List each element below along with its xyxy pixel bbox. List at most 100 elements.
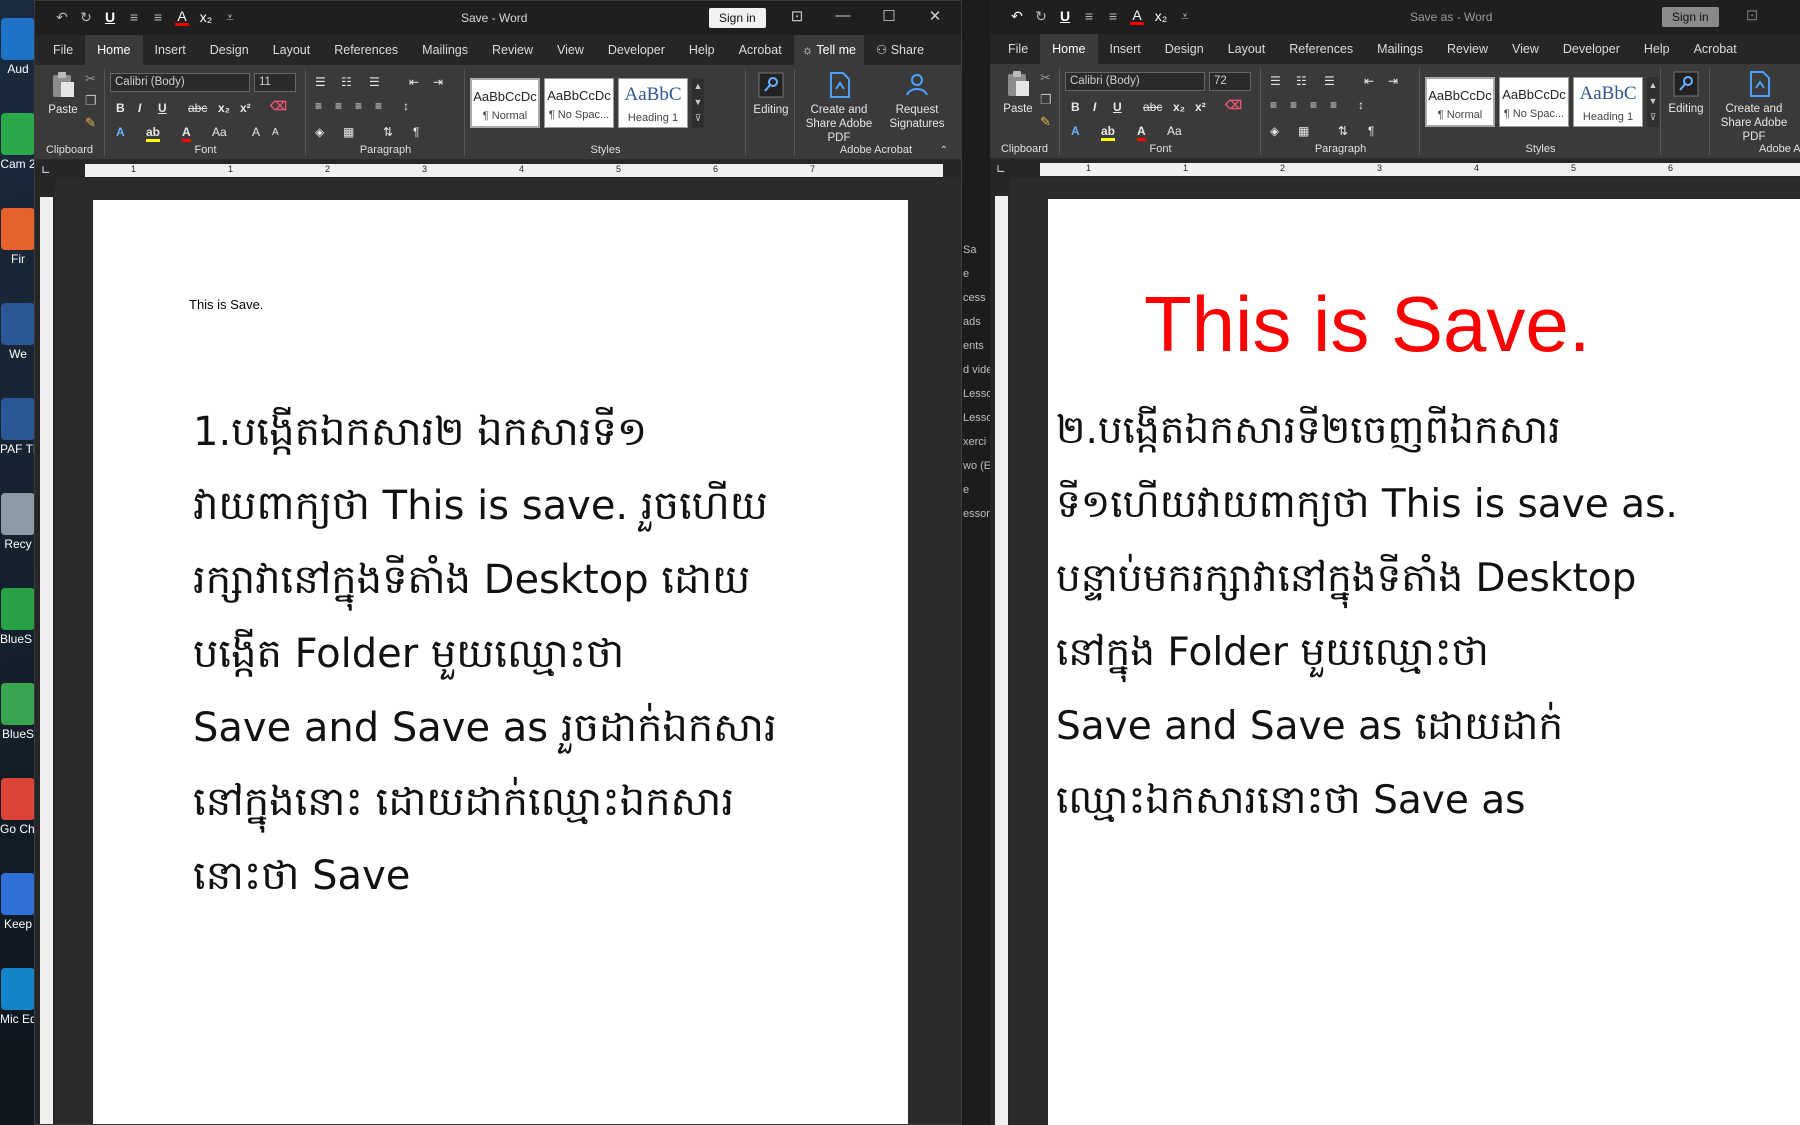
tab-home[interactable]: Home (85, 35, 143, 65)
tab-help[interactable]: Help (1632, 34, 1682, 64)
vertical-ruler[interactable] (40, 197, 53, 1124)
ribbon-display-options-icon[interactable]: ⊡ (1740, 6, 1764, 24)
horizontal-ruler[interactable]: 1 1 2 3 4 5 6 7 (85, 164, 943, 177)
redo-icon[interactable]: ↻ (79, 9, 93, 26)
style-normal[interactable]: AaBbCcDc ¶ Normal (470, 78, 540, 128)
bold-button[interactable]: B (1071, 100, 1080, 114)
paste-button[interactable]: Paste (41, 71, 85, 117)
create-share-pdf-button[interactable]: Create and Share Adobe PDF (796, 71, 882, 145)
share-button[interactable]: ⚇ Share (864, 35, 936, 65)
tab-references[interactable]: References (1277, 34, 1365, 64)
font-color-icon[interactable]: A (182, 125, 191, 142)
borders-icon[interactable]: ▦ (343, 125, 354, 139)
tab-selector-icon[interactable]: ∟ (996, 162, 1006, 176)
customize-qat-icon[interactable]: ⩡ (1178, 8, 1192, 25)
editing-button[interactable]: Editing (1664, 70, 1708, 116)
undo-icon[interactable]: ↶ (1010, 8, 1024, 25)
align-left-icon[interactable]: ≡ (1082, 8, 1096, 25)
font-size-input[interactable]: 11 (254, 73, 296, 92)
cut-icon[interactable]: ✂ (85, 71, 96, 87)
copy-icon[interactable]: ❐ (1040, 92, 1052, 108)
tab-references[interactable]: References (322, 35, 410, 65)
desktop-icon[interactable]: BlueS (0, 683, 36, 765)
word-window-save-as[interactable]: ↶ ↻ U ≡ ≡ A x₂ ⩡ Save as - Word Sign in … (990, 0, 1800, 1125)
increase-indent-icon[interactable]: ⇥ (1388, 74, 1398, 88)
font-size-input[interactable]: 72 (1209, 72, 1251, 91)
font-color-icon[interactable]: A (1130, 8, 1144, 25)
decrease-indent-icon[interactable]: ⇤ (409, 75, 419, 89)
format-painter-icon[interactable]: ✎ (85, 115, 96, 131)
strikethrough-button[interactable]: abc (188, 101, 207, 115)
tab-file[interactable]: File (41, 35, 85, 65)
undo-icon[interactable]: ↶ (55, 9, 69, 26)
line-spacing-icon[interactable]: ↕ (1358, 98, 1364, 112)
sign-in-button[interactable]: Sign in (1662, 7, 1719, 27)
change-case-icon[interactable]: Aa (1167, 124, 1182, 138)
superscript-button[interactable]: x² (240, 101, 251, 115)
tell-me-box[interactable]: ☼ Tell me (793, 35, 864, 65)
align-left-icon[interactable]: ≡ (127, 9, 141, 26)
subscript-icon[interactable]: x₂ (199, 9, 213, 26)
tab-developer[interactable]: Developer (596, 35, 677, 65)
font-color-icon[interactable]: A (175, 9, 189, 26)
multilevel-list-icon[interactable]: ☰ (369, 75, 380, 89)
style-no-spacing[interactable]: AaBbCcDc ¶ No Spac... (1499, 77, 1569, 127)
align-center-button[interactable]: ≡ (335, 99, 342, 113)
italic-button[interactable]: I (138, 101, 141, 115)
shrink-font-icon[interactable]: A (272, 127, 279, 138)
text-effects-icon[interactable]: A (1071, 124, 1080, 138)
justify-button[interactable]: ≡ (1330, 98, 1337, 112)
underline-icon[interactable]: U (1058, 8, 1072, 25)
tab-layout[interactable]: Layout (1216, 34, 1278, 64)
font-name-input[interactable]: Calibri (Body) (1065, 72, 1205, 91)
shading-icon[interactable]: ◈ (315, 125, 324, 139)
copy-icon[interactable]: ❐ (85, 93, 97, 109)
document-page[interactable]: This is Save. ២.បង្កើតឯកសារទី២ចេញពីឯកសារ… (1048, 199, 1800, 1125)
sign-in-button[interactable]: Sign in (709, 8, 766, 28)
sort-icon[interactable]: ⇅ (1338, 124, 1348, 138)
tab-developer[interactable]: Developer (1551, 34, 1632, 64)
align-center-button[interactable]: ≡ (1290, 98, 1297, 112)
highlight-icon[interactable]: ab (1101, 124, 1116, 141)
tab-selector-icon[interactable]: ∟ (41, 163, 51, 177)
tab-review[interactable]: Review (1435, 34, 1500, 64)
tab-layout[interactable]: Layout (261, 35, 323, 65)
clear-formatting-icon[interactable]: ⌫ (270, 99, 287, 113)
tab-mailings[interactable]: Mailings (1365, 34, 1435, 64)
underline-icon[interactable]: U (103, 9, 117, 26)
tab-mailings[interactable]: Mailings (410, 35, 480, 65)
tab-review[interactable]: Review (480, 35, 545, 65)
tab-file[interactable]: File (996, 34, 1040, 64)
bullets-icon[interactable]: ☰ (1270, 74, 1281, 88)
minimize-icon[interactable]: — (831, 7, 855, 24)
tab-insert[interactable]: Insert (1098, 34, 1153, 64)
bullets-icon[interactable]: ☰ (315, 75, 326, 89)
cut-icon[interactable]: ✂ (1040, 70, 1051, 86)
align-left-button[interactable]: ≡ (315, 99, 322, 113)
bold-button[interactable]: B (116, 101, 125, 115)
format-painter-icon[interactable]: ✎ (1040, 114, 1051, 130)
customize-qat-icon[interactable]: ⩡ (223, 9, 237, 26)
desktop-icon[interactable]: Go Chr (0, 778, 36, 860)
tab-insert[interactable]: Insert (143, 35, 198, 65)
justify-button[interactable]: ≡ (375, 99, 382, 113)
horizontal-ruler[interactable]: 1 1 2 3 4 5 6 (1040, 163, 1800, 176)
maximize-icon[interactable]: ☐ (877, 7, 901, 25)
decrease-indent-icon[interactable]: ⇤ (1364, 74, 1374, 88)
collapse-ribbon-icon[interactable]: ⌃ (940, 145, 948, 156)
ribbon-display-options-icon[interactable]: ⊡ (785, 7, 809, 25)
text-effects-icon[interactable]: A (116, 125, 125, 139)
desktop-icon[interactable]: Cam 2 (0, 113, 36, 195)
styles-more-icon[interactable]: ▲ ▼ ⊽ (1647, 77, 1659, 127)
tab-view[interactable]: View (545, 35, 596, 65)
style-normal[interactable]: AaBbCcDc ¶ Normal (1425, 77, 1495, 127)
desktop-icon[interactable]: Fir (0, 208, 36, 290)
align-right-button[interactable]: ≡ (355, 99, 362, 113)
align-center-icon[interactable]: ≡ (151, 9, 165, 26)
change-case-icon[interactable]: Aa (212, 125, 227, 139)
tab-home[interactable]: Home (1040, 34, 1098, 64)
shading-icon[interactable]: ◈ (1270, 124, 1279, 138)
close-icon[interactable]: ✕ (923, 7, 947, 25)
editing-button[interactable]: Editing (749, 71, 793, 117)
tab-help[interactable]: Help (677, 35, 727, 65)
